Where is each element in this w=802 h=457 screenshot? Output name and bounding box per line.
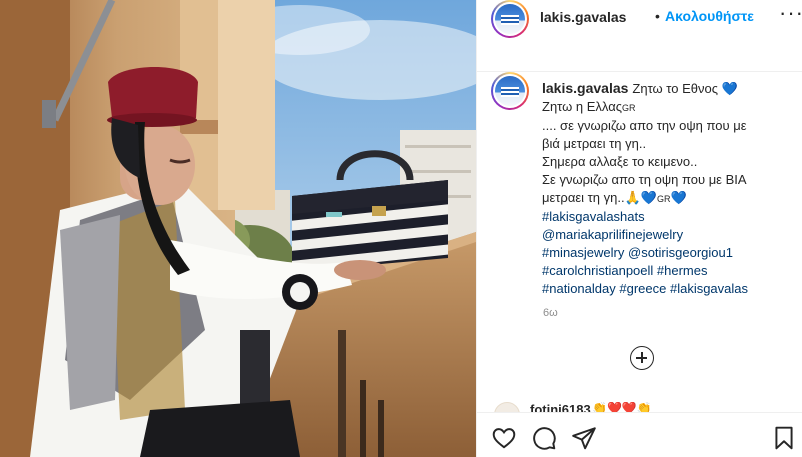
comment-item: fotini6183 👏❤️❤️👏	[492, 402, 792, 412]
pray-icon: 🙏	[624, 190, 641, 205]
caption-username[interactable]: lakis.gavalas	[542, 80, 628, 96]
author-avatar[interactable]	[491, 0, 529, 38]
heart-icon[interactable]	[491, 425, 517, 451]
post-side-panel: lakis.gavalas • Ακολουθήστε ··· lakis.ga…	[476, 0, 802, 457]
caption-line: μετραει τη γη..	[542, 190, 625, 205]
hashtag-link[interactable]: #carolchristianpoell	[542, 263, 653, 278]
caption-author-avatar[interactable]	[491, 72, 529, 110]
caption-line: Σημερα αλλαξε το κειμενο..	[542, 154, 698, 169]
caption-line: Ζητω το Εθνος	[632, 81, 718, 96]
hashtag-link[interactable]: #nationalday	[542, 281, 616, 296]
post-timestamp[interactable]: 6ω	[543, 307, 558, 319]
bookmark-icon[interactable]	[771, 425, 797, 451]
separator-dot: •	[655, 8, 660, 24]
greek-flag-icon: GR	[621, 103, 636, 113]
hashtag-link[interactable]: #lakisgavalashats	[542, 209, 645, 224]
comment-text: 👏❤️❤️👏	[592, 402, 652, 412]
caption-line: Σε γνωριζω απο τη οψη που με ΒΙΑ	[542, 172, 747, 187]
blue-heart-icon: 💙	[640, 190, 657, 205]
mention-link[interactable]: @mariakaprilifinejewelry	[542, 227, 683, 242]
hashtag-link[interactable]: #lakisgavalas	[670, 281, 748, 296]
load-more-comments-button[interactable]	[630, 346, 654, 370]
commenter-avatar[interactable]	[494, 402, 520, 412]
post-photo[interactable]	[0, 0, 476, 457]
caption-line: Ζητω η Ελλας	[542, 99, 622, 114]
blue-heart-icon: 💙	[721, 81, 738, 96]
greek-flag-icon: GR	[656, 194, 671, 204]
caption-line: βιά μετραει τη γη..	[542, 136, 647, 151]
hashtag-link[interactable]: #hermes	[657, 263, 708, 278]
follow-button[interactable]: Ακολουθήστε	[665, 8, 754, 24]
post-caption: lakis.gavalas Ζητω το Εθνος 💙 Ζητω η Ελλα…	[542, 79, 792, 298]
caption-line: .... σε γνωριζω απο την οψη που με	[542, 118, 747, 133]
blue-heart-icon: 💙	[670, 190, 687, 205]
author-username[interactable]: lakis.gavalas	[540, 9, 626, 25]
hashtag-link[interactable]: #greece	[619, 281, 666, 296]
commenter-username[interactable]: fotini6183	[530, 402, 591, 412]
post-header: lakis.gavalas • Ακολουθήστε ···	[477, 0, 802, 72]
comment-icon[interactable]	[531, 425, 557, 451]
post-actions-bar	[477, 412, 802, 457]
instagram-post: lakis.gavalas • Ακολουθήστε ··· lakis.ga…	[0, 0, 802, 457]
more-options-icon[interactable]: ···	[779, 2, 802, 24]
mention-link[interactable]: @sotirisgeorgiou1	[628, 245, 733, 260]
hashtag-link[interactable]: #minasjewelry	[542, 245, 624, 260]
share-icon[interactable]	[571, 425, 597, 451]
